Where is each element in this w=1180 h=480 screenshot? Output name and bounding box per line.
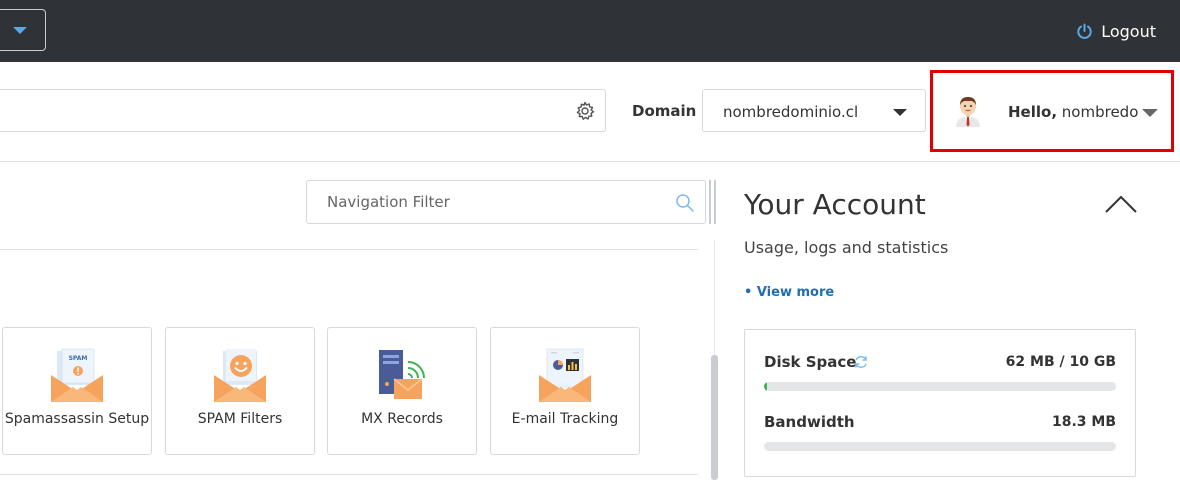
top-dropdown-button[interactable] [0, 9, 46, 51]
spam-label-icon-text: SPAM [69, 355, 88, 362]
navigation-filter[interactable] [306, 180, 706, 224]
account-panel-title: Your Account [744, 188, 926, 221]
smiley-envelope-icon [214, 349, 266, 402]
user-name: nombredo [1061, 103, 1139, 121]
section-divider [0, 474, 698, 475]
section-divider [0, 249, 698, 250]
tool-tile-mx-records[interactable]: MX Records [327, 327, 477, 455]
logout-button[interactable]: Logout [1076, 18, 1156, 44]
user-greeting: Hello, [1008, 103, 1058, 121]
chart-envelope-icon [539, 348, 591, 402]
disk-space-value: 62 MB / 10 GB [1005, 354, 1116, 370]
user-menu[interactable]: Hello, nombredo [930, 70, 1174, 152]
header-row: Domain nombredominio.cl Hello, nombredo [0, 62, 1180, 162]
server-mail-icon [379, 350, 425, 399]
caret-down-icon [13, 27, 27, 34]
account-stats-card: Disk Space 62 MB / 10 GB Bandwidth 18.3 … [744, 329, 1136, 477]
domain-select[interactable]: nombredominio.cl [702, 89, 926, 132]
gear-icon[interactable] [575, 101, 595, 121]
bandwidth-label: Bandwidth [764, 413, 855, 431]
spam-envelope-icon: SPAM [51, 348, 103, 402]
refresh-icon[interactable] [853, 354, 869, 370]
search-field[interactable] [0, 89, 606, 132]
view-more-link[interactable]: • View more [744, 285, 834, 300]
caret-down-icon [1142, 109, 1158, 117]
logout-label: Logout [1101, 21, 1156, 41]
panel-splitter-handle[interactable] [709, 180, 718, 224]
disk-space-progress-fill [764, 382, 767, 391]
user-greeting-text: Hello, nombredo [1008, 103, 1138, 121]
tool-tile-spam-filters[interactable]: SPAM Filters [165, 327, 315, 455]
tool-tile-spamassassin[interactable]: SPAM Spamassassin Setup [2, 327, 152, 455]
navigation-filter-input[interactable] [307, 181, 667, 223]
disk-space-label: Disk Space [764, 353, 857, 371]
caret-down-icon [893, 109, 907, 116]
account-panel-subtitle: Usage, logs and statistics [744, 238, 949, 257]
tool-tile-label: Spamassassin Setup [4, 411, 150, 427]
content-scrollbar[interactable] [711, 355, 718, 480]
tool-tile-label: SPAM Filters [197, 411, 283, 427]
disk-space-progress [764, 382, 1116, 391]
tool-tile-email-tracking[interactable]: E-mail Tracking [490, 327, 640, 455]
bandwidth-progress [764, 442, 1116, 451]
bandwidth-value: 18.3 MB [1051, 414, 1116, 430]
chevron-up-icon[interactable] [1104, 194, 1138, 214]
search-icon[interactable] [675, 193, 695, 213]
top-bar: Logout [0, 0, 1180, 62]
tool-tile-label: MX Records [361, 411, 443, 427]
domain-select-value: nombredominio.cl [723, 103, 859, 121]
domain-label: Domain [632, 102, 697, 120]
tool-tile-label: E-mail Tracking [511, 411, 619, 427]
avatar [956, 97, 980, 127]
power-icon [1077, 23, 1092, 39]
